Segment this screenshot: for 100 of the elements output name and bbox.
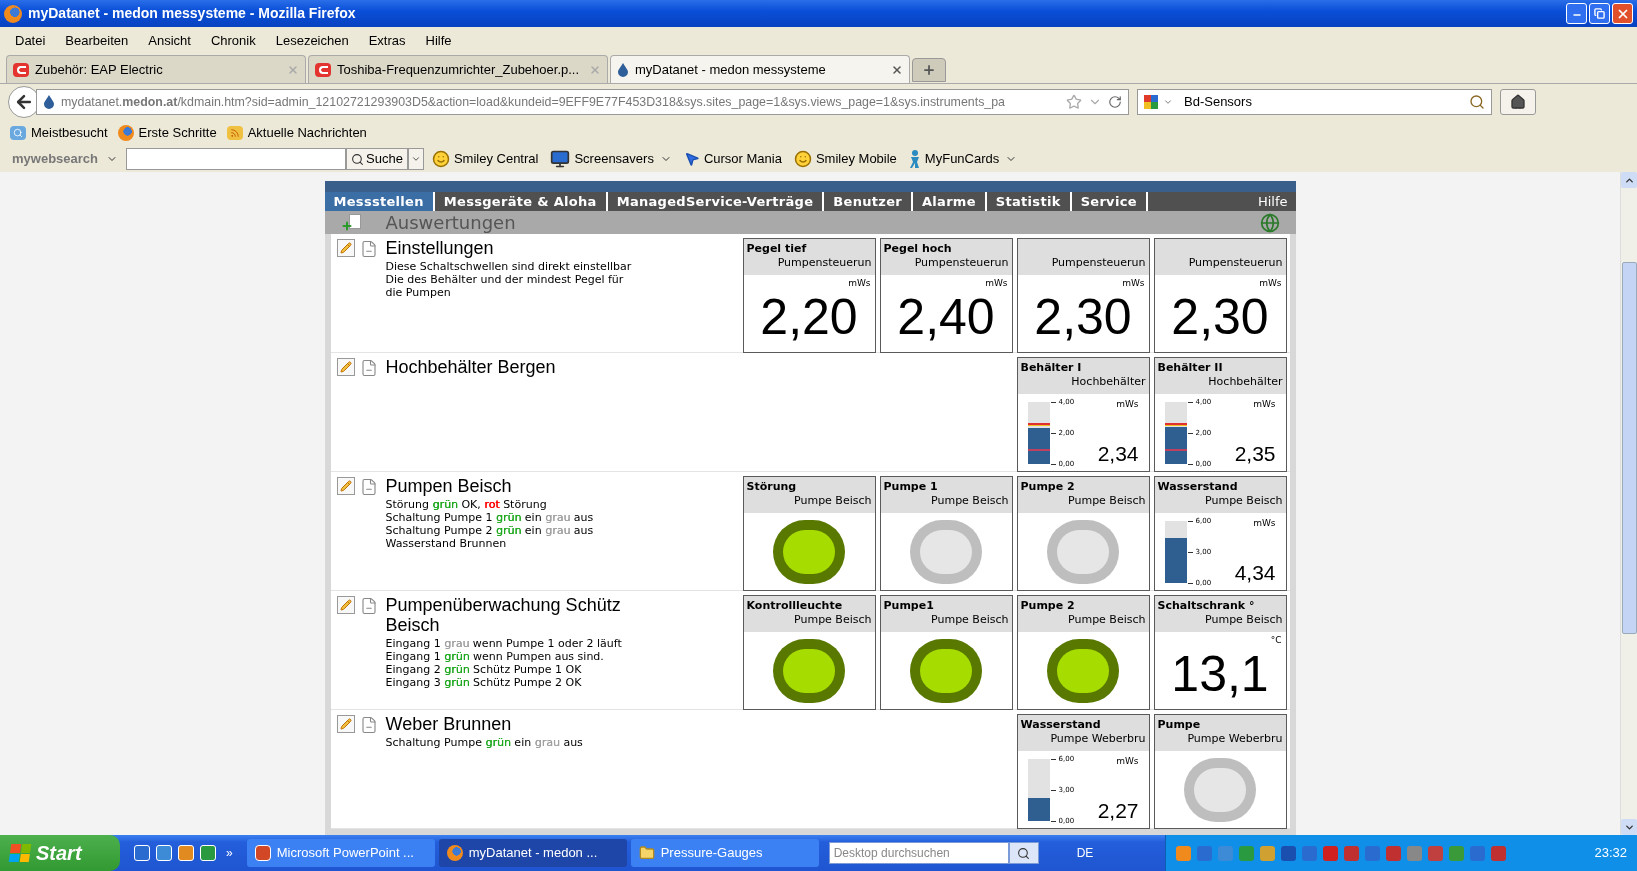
unit-label: mWs <box>1122 277 1145 289</box>
reading-value: 13,1 <box>1171 646 1269 702</box>
reading-value: 2,20 <box>760 289 858 345</box>
instrument-subtitle: Pumpe Beisch <box>794 493 872 509</box>
description-line: Die des Behälter und der mindest Pegel für <box>385 273 625 286</box>
browser-tab[interactable]: Toshiba-Frequenzumrichter_Zubehoer.p... <box>308 55 608 83</box>
toolbar-link[interactable]: Screensavers <box>574 149 672 169</box>
instrument-title: Behälter I <box>1020 361 1082 374</box>
instrument-subtitle: Pumpe Beisch <box>1205 612 1283 628</box>
clock: 23:32 <box>1594 844 1627 863</box>
instrument-card[interactable]: Pumpensteuerun mWs 2,30 <box>1016 238 1150 353</box>
desktop-search-field[interactable]: Desktop durchsuchen <box>828 842 1009 864</box>
description-line: Diese Schaltschwellen sind direkt einstellbar <box>385 260 633 273</box>
section-title: Weber Brunnen <box>385 714 513 734</box>
description-line: Eingang 3 grün Schütz Pumpe 2 OK <box>385 676 583 689</box>
unit-label: °C <box>1270 634 1282 646</box>
instrument-subtitle: Pumpensteuerun <box>777 255 872 271</box>
section-title: Pumpen Beisch <box>385 476 513 496</box>
instrument-card[interactable]: Pumpe1 Pumpe Beisch <box>879 595 1013 710</box>
toolbar-link[interactable]: Smiley Mobile <box>815 149 897 169</box>
instrument-card[interactable]: Pumpe 2 Pumpe Beisch <box>1016 595 1150 710</box>
instrument-card[interactable]: Störung Pumpe Beisch <box>742 476 876 591</box>
taskbar-task[interactable]: myDatanet - medon ... <box>438 839 627 867</box>
browser-tab[interactable]: Zubehör: EAP Electric <box>6 55 306 83</box>
instrument-title: Pegel hoch <box>883 242 952 255</box>
instrument-title: Pegel tief <box>746 242 807 255</box>
menu-item[interactable]: Lesezeichen <box>275 30 349 51</box>
instrument-subtitle: Pumpe Beisch <box>931 493 1009 509</box>
language-indicator[interactable]: DE <box>1076 844 1094 862</box>
instrument-title: Pumpe 2 <box>1020 480 1075 493</box>
toolbar-logo: mywebsearch <box>12 150 98 169</box>
taskbar-task[interactable]: Pressure-Gauges <box>630 839 819 867</box>
instrument-subtitle: Hochbehälter <box>1071 374 1146 390</box>
unit-label: mWs <box>985 277 1008 289</box>
help-link[interactable]: Hilfe <box>1257 192 1296 211</box>
menu-item[interactable]: Hilfe <box>425 30 452 51</box>
instrument-title: Pumpe 2 <box>1020 599 1075 612</box>
instrument-subtitle: Pumpe Weberbru <box>1187 731 1283 747</box>
bookmark-link[interactable]: Erste Schritte <box>138 123 217 143</box>
instrument-subtitle: Pumpe Beisch <box>1205 493 1283 509</box>
menu-item[interactable]: Bearbeiten <box>65 30 129 51</box>
instrument-title: Behälter II <box>1157 361 1223 374</box>
menu-item[interactable]: Extras <box>368 30 406 51</box>
instrument-title: Pumpe <box>1157 718 1201 731</box>
description-line: Schaltung Pumpe 1 grün ein grau aus <box>385 511 595 524</box>
instrument-card[interactable]: Pumpe 1 Pumpe Beisch <box>879 476 1013 591</box>
section-title: Einstellungen <box>385 238 495 258</box>
reading-value: 2,40 <box>897 289 995 345</box>
tab-label: myDatanet - medon messysteme <box>635 60 826 79</box>
instrument-card[interactable]: Pumpe 2 Pumpe Beisch <box>1016 476 1150 591</box>
instrument-card[interactable]: Pumpe Pumpe Weberbru <box>1153 714 1287 829</box>
site-nav-tab[interactable]: Messstellen <box>324 192 435 211</box>
more-launchers[interactable]: » <box>226 844 233 862</box>
unit-label: mWs <box>1253 398 1276 411</box>
description-line: Schaltung Pumpe grün ein grau aus <box>385 736 584 749</box>
taskbar-task[interactable]: Microsoft PowerPoint ... <box>246 839 435 867</box>
instrument-title: Wasserstand <box>1157 480 1238 493</box>
instrument-title: Störung <box>746 480 797 493</box>
window-title: myDatanet - medon messysteme - Mozilla Firefox <box>28 4 356 23</box>
instrument-card[interactable]: Pumpensteuerun mWs 2,30 <box>1153 238 1287 353</box>
url-text: mydatanet.medon.at/kdmain.htm?sid=admin_12102721293903D5&action=load&kundeid=9EFF9E77F453D318&sys.sites_page=1&sys.views_page=1&sys.instruments_pa <box>61 93 1005 111</box>
instrument-subtitle: Pumpensteuerun <box>914 255 1009 271</box>
reading-value: 2,30 <box>1034 289 1132 345</box>
web-search-field[interactable]: Bd-Sensors <box>1137 89 1492 115</box>
toolbar-link[interactable]: Cursor Mania <box>703 149 782 169</box>
instrument-subtitle: Pumpensteuerun <box>1188 255 1283 271</box>
description-line: Schaltung Pumpe 2 grün ein grau aus <box>385 524 595 537</box>
section-title: Hochbehälter Bergen <box>385 357 557 377</box>
instrument-subtitle: Pumpensteuerun <box>1051 255 1146 271</box>
unit-label: mWs <box>1259 277 1282 289</box>
reading-value: 2,35 <box>1234 443 1276 465</box>
instrument-title: Kontrollleuchte <box>746 599 843 612</box>
reading-value: 2,30 <box>1171 289 1269 345</box>
instrument-card[interactable]: Pegel tief Pumpensteuerun mWs 2,20 <box>742 238 876 353</box>
toolbar-link[interactable]: MyFunCards <box>924 149 1018 169</box>
instrument-title: Wasserstand <box>1020 718 1101 731</box>
search-field-value: Bd-Sensors <box>1184 93 1252 112</box>
browser-tab[interactable]: myDatanet - medon messysteme <box>610 55 910 83</box>
instrument-card[interactable]: Schaltschrank ° Pumpe Beisch °C 13,1 <box>1153 595 1287 710</box>
address-field[interactable]: mydatanet.medon.at/kdmain.htm?sid=admin_12102721293903D5&action=load&kundeid=9EFF9E77F453D318&sys.sites_page=1&sys.views_page=1&sys.instruments_pa <box>36 89 1129 115</box>
menu-item[interactable]: Ansicht <box>148 30 191 51</box>
reading-value: 2,27 <box>1097 800 1139 822</box>
instrument-subtitle: Hochbehälter <box>1208 374 1283 390</box>
description-line: Eingang 1 grau wenn Pumpe 1 oder 2 läuft <box>385 637 623 650</box>
search-button[interactable]: Suche <box>346 148 408 170</box>
instrument-title: Pumpe1 <box>883 599 934 612</box>
instrument-card[interactable]: Pegel hoch Pumpensteuerun mWs 2,40 <box>879 238 1013 353</box>
instrument-card[interactable]: Kontrollleuchte Pumpe Beisch <box>742 595 876 710</box>
reading-value: 4,34 <box>1234 562 1276 584</box>
unit-label: mWs <box>1116 398 1139 411</box>
description-line: Eingang 2 grün Schütz Pumpe 1 OK <box>385 663 583 676</box>
bookmark-link[interactable]: Meistbesucht <box>31 123 108 143</box>
toolbar-link[interactable]: Smiley Central <box>453 149 539 169</box>
unit-label: mWs <box>1116 755 1139 768</box>
tab-label: Zubehör: EAP Electric <box>35 60 163 79</box>
instrument-subtitle: Pumpe Beisch <box>1068 493 1146 509</box>
bookmark-link[interactable]: Aktuelle Nachrichten <box>247 123 367 143</box>
menu-item[interactable]: Chronik <box>210 30 256 51</box>
menu-item[interactable]: Datei <box>15 30 46 51</box>
instrument-subtitle: Pumpe Weberbru <box>1050 731 1146 747</box>
